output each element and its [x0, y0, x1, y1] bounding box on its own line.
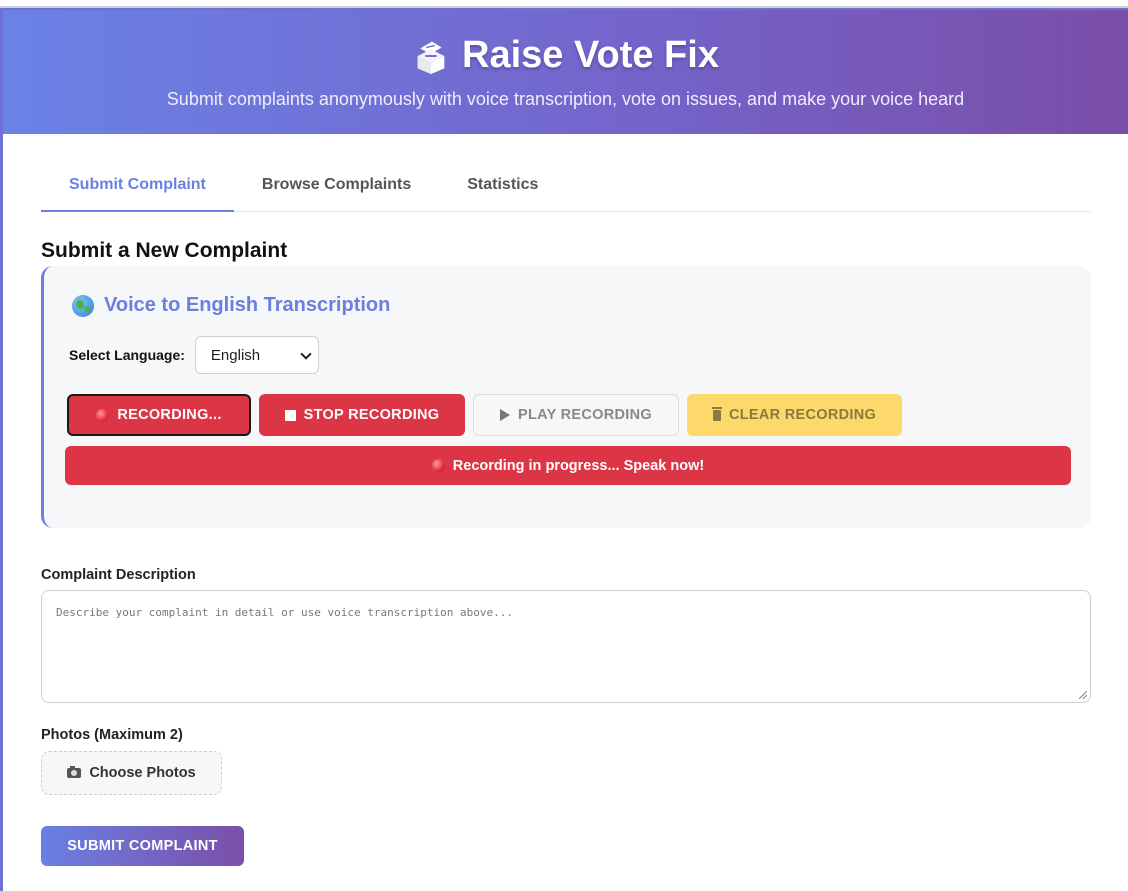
recording-controls: RECORDING... STOP RECORDING PLAY RECORDI… — [67, 394, 902, 436]
recording-status-banner: Recording in progress... Speak now! — [65, 446, 1071, 485]
globe-icon — [72, 294, 94, 317]
voice-panel-title: Voice to English Transcription — [72, 294, 390, 317]
ballot-box-icon — [417, 40, 445, 74]
app-title-row: Raise Vote Fix — [3, 10, 1128, 77]
submit-complaint-button[interactable]: SUBMIT COMPLAINT — [41, 826, 244, 866]
recording-status-text: Recording in progress... Speak now! — [452, 457, 705, 474]
stop-recording-button[interactable]: STOP RECORDING — [259, 394, 465, 436]
browser-top-edge — [0, 0, 1128, 8]
voice-panel-title-text: Voice to English Transcription — [104, 294, 391, 316]
recording-button[interactable]: RECORDING... — [67, 394, 251, 436]
resize-handle-icon[interactable] — [1079, 691, 1087, 699]
photos-label: Photos (Maximum 2) — [41, 727, 183, 743]
language-select-value: English — [210, 346, 261, 364]
app-header: Raise Vote Fix Submit complaints anonymo… — [3, 10, 1128, 134]
choose-photos-button[interactable]: Choose Photos — [41, 751, 222, 795]
description-textarea[interactable]: Describe your complaint in detail or use… — [41, 590, 1091, 703]
camera-icon — [67, 766, 82, 778]
chevron-down-icon — [300, 348, 312, 360]
stop-recording-label: STOP RECORDING — [303, 407, 440, 423]
record-dot-icon — [96, 408, 110, 422]
clear-recording-label: CLEAR RECORDING — [728, 407, 877, 423]
tab-bar: Submit Complaint Browse Complaints Stati… — [41, 162, 1091, 212]
app-page: Raise Vote Fix Submit complaints anonymo… — [3, 10, 1128, 891]
play-icon — [500, 409, 511, 421]
language-label: Select Language: — [69, 347, 185, 363]
record-dot-icon — [431, 459, 445, 472]
choose-photos-label: Choose Photos — [89, 765, 196, 781]
app-title: Raise Vote Fix — [462, 34, 719, 76]
play-recording-label: PLAY RECORDING — [518, 407, 652, 423]
tab-browse-complaints[interactable]: Browse Complaints — [234, 162, 439, 212]
language-row: Select Language: English — [69, 336, 319, 374]
trash-icon — [711, 406, 722, 421]
description-label: Complaint Description — [41, 567, 196, 583]
tab-submit-complaint[interactable]: Submit Complaint — [41, 162, 234, 212]
app-subtitle: Submit complaints anonymously with voice… — [166, 89, 965, 109]
stop-icon — [284, 409, 296, 421]
voice-transcription-panel: Voice to English Transcription Select La… — [41, 266, 1091, 528]
description-placeholder: Describe your complaint in detail or use… — [56, 606, 513, 619]
play-recording-button[interactable]: PLAY RECORDING — [473, 394, 679, 436]
clear-recording-button[interactable]: CLEAR RECORDING — [687, 394, 902, 436]
recording-button-label: RECORDING... — [117, 407, 222, 423]
tab-statistics[interactable]: Statistics — [439, 162, 566, 212]
section-title: Submit a New Complaint — [41, 239, 288, 262]
language-select[interactable]: English — [194, 336, 319, 374]
